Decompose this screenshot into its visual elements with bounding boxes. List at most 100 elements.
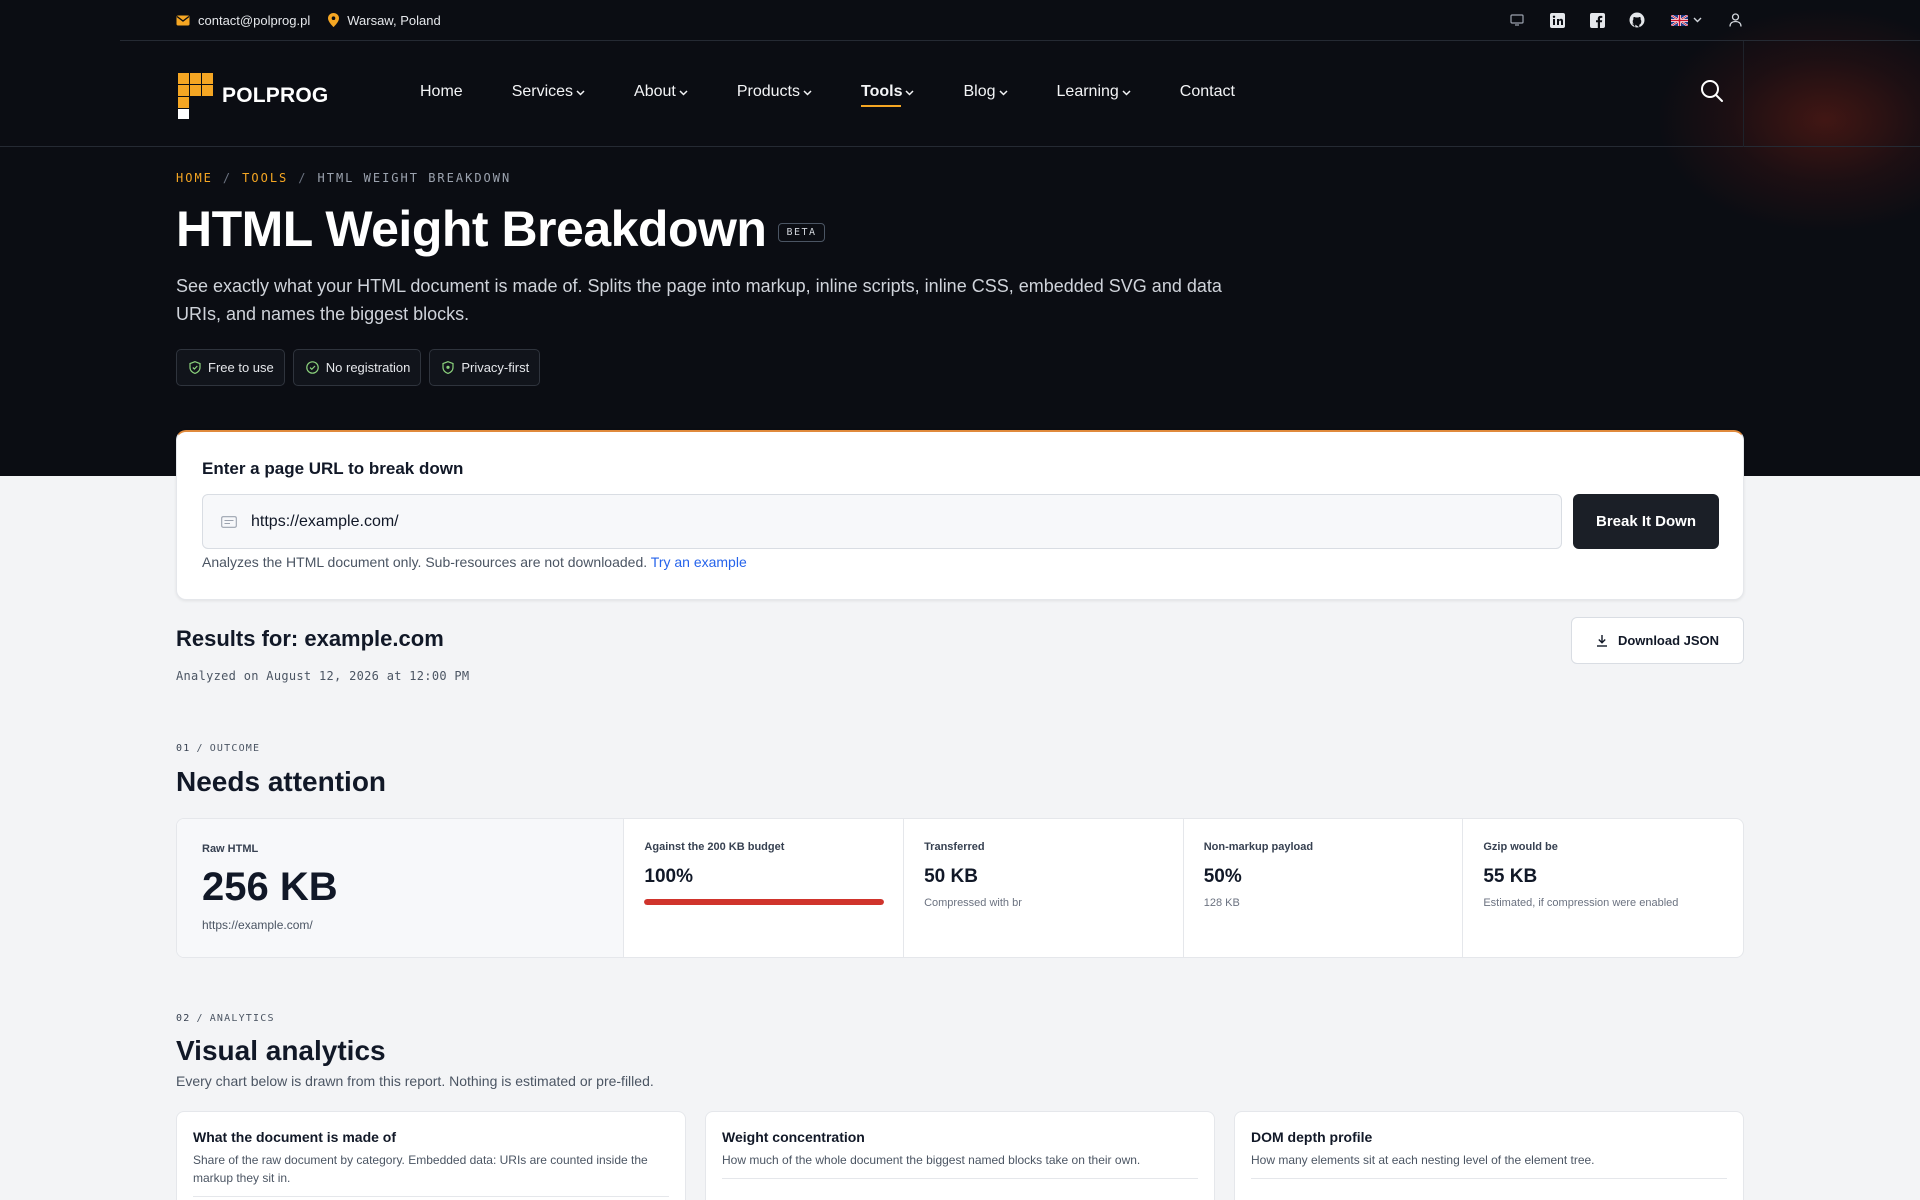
stat-non-markup: Non-markup payload 50% 128 KB [1184, 819, 1464, 957]
polprog-logo-icon [178, 73, 213, 119]
chevron-down-icon [998, 89, 1008, 96]
contact-location: Warsaw, Poland [328, 13, 441, 28]
chevron-down-icon [1122, 89, 1131, 96]
nav-label: Tools [861, 83, 903, 100]
results-title: Results for: example.com [176, 626, 444, 651]
chart-card-description: How much of the whole document the bigge… [722, 1153, 1141, 1167]
nav-item-contact[interactable]: Contact [1180, 83, 1235, 101]
breadcrumb-home[interactable]: HOME [176, 171, 213, 185]
stat-sub: 128 KB [1203, 897, 1240, 909]
chart-card-title: What the document is made of [193, 1129, 397, 1145]
badge-free: Free to use [176, 349, 285, 386]
stat-label: Transferred [924, 841, 985, 853]
download-label: Download JSON [1617, 633, 1720, 648]
shield-check-icon [189, 361, 201, 374]
stat-label: Against the 200 KB budget [644, 841, 785, 853]
nav-item-products[interactable]: Products [737, 83, 812, 101]
shield-icon [442, 361, 454, 374]
eyebrow-separator: / [196, 743, 204, 754]
nav-label: Learning [1056, 83, 1119, 100]
hero-description: See exactly what your HTML document is m… [176, 276, 1222, 324]
nav-label: Products [736, 83, 800, 100]
github-icon[interactable] [1628, 11, 1646, 29]
contact-email[interactable]: contact@polprog.pl [176, 13, 310, 28]
chart-card-title: Weight concentration [722, 1129, 865, 1145]
url-input[interactable] [251, 512, 1451, 531]
beta-badge: BETA [778, 222, 825, 242]
logo-text: POLPROG [222, 84, 329, 107]
location-pin-icon [328, 13, 340, 27]
stat-label: Gzip would be [1483, 841, 1558, 853]
chevron-down-icon [1693, 17, 1701, 23]
section-number: 02 [176, 1013, 191, 1024]
analytics-description: Every chart below is drawn from this rep… [176, 1073, 654, 1089]
section-eyebrow-analytics: 02 / ANALYTICS [176, 1013, 275, 1024]
facebook-icon[interactable] [1588, 11, 1606, 29]
search-icon [1701, 80, 1723, 102]
section-eyebrow-label: ANALYTICS [209, 1013, 275, 1024]
stat-label: Raw HTML [202, 843, 259, 855]
hint-text: Analyzes the HTML document only. Sub-res… [202, 554, 648, 570]
badge-privacy: Privacy-first [429, 349, 541, 386]
nav-item-services[interactable]: Services [512, 83, 585, 101]
nav-item-blog[interactable]: Blog [963, 83, 1008, 101]
language-selector[interactable] [1668, 11, 1704, 29]
logo[interactable]: POLPROG [178, 73, 328, 119]
chart-card-composition: What the document is made of Share of th… [176, 1111, 686, 1200]
user-icon[interactable] [1726, 11, 1744, 29]
uk-flag-icon [1670, 14, 1688, 26]
stat-value: 100% [644, 866, 694, 887]
stat-label: Non-markup payload [1203, 841, 1314, 853]
chart-card-description: How many elements sit at each nesting le… [1251, 1153, 1595, 1167]
check-circle-icon [305, 361, 319, 374]
stat-sub: https://example.com/ [202, 918, 313, 932]
nav-item-about[interactable]: About [634, 83, 688, 101]
breadcrumb-tools[interactable]: TOOLS [242, 171, 288, 185]
chart-card-title: DOM depth profile [1251, 1129, 1373, 1145]
breadcrumb-separator: / [298, 171, 308, 185]
feature-badges: Free to use No registration Privacy-firs… [176, 349, 541, 386]
nav-label: Services [511, 83, 574, 100]
email-text: contact@polprog.pl [198, 12, 311, 28]
breadcrumb: HOME / TOOLS / HTML WEIGHT BREAKDOWN [176, 171, 511, 185]
form-title: Enter a page URL to break down [202, 459, 464, 478]
chevron-down-icon [905, 89, 915, 96]
badge-label: Privacy-first [461, 360, 530, 375]
breadcrumb-separator: / [222, 171, 233, 185]
link-icon [221, 515, 237, 528]
chevron-down-icon [679, 89, 688, 96]
badge-label: Free to use [208, 360, 274, 375]
nav-divider [1743, 41, 1744, 147]
break-it-down-button[interactable]: Break It Down [1573, 494, 1719, 549]
chart-card-dom-depth: DOM depth profile How many elements sit … [1234, 1111, 1744, 1200]
stat-value: 256 KB [202, 865, 338, 909]
section-eyebrow-label: OUTCOME [209, 743, 261, 754]
monitor-icon[interactable] [1508, 11, 1526, 29]
download-json-button[interactable]: Download JSON [1571, 617, 1744, 664]
nav-label: Contact [1179, 83, 1235, 100]
outcome-stats: Raw HTML 256 KB https://example.com/ Aga… [176, 818, 1744, 958]
form-hint: Analyzes the HTML document only. Sub-res… [202, 554, 747, 570]
stat-value: 50% [1203, 866, 1242, 887]
try-example-link[interactable]: Try an example [651, 554, 747, 570]
main-navigation: POLPROG Home Services About Products Too… [0, 41, 1920, 147]
chevron-down-icon [803, 89, 812, 96]
nav-item-home[interactable]: Home [420, 83, 463, 101]
budget-progress-fill [644, 899, 885, 905]
card-divider [193, 1196, 669, 1197]
stat-value: 55 KB [1483, 866, 1538, 887]
active-underline [861, 105, 901, 107]
card-divider [722, 1178, 1198, 1179]
stat-sub: Estimated, if compression were enabled [1483, 897, 1679, 909]
nav-item-learning[interactable]: Learning [1057, 83, 1131, 101]
nav-item-tools[interactable]: Tools [861, 83, 915, 107]
search-button[interactable] [1700, 79, 1724, 108]
section-number: 01 [176, 743, 191, 754]
nav-menu: Home Services About Products Tools Blog … [420, 83, 1284, 107]
download-icon [1596, 635, 1607, 647]
url-input-wrapper[interactable] [202, 494, 1562, 549]
stat-sub: Compressed with br [924, 897, 1022, 909]
top-bar: contact@polprog.pl Warsaw, Poland [120, 0, 1920, 41]
stat-raw-html: Raw HTML 256 KB https://example.com/ [177, 819, 625, 957]
linkedin-icon[interactable] [1548, 11, 1566, 29]
